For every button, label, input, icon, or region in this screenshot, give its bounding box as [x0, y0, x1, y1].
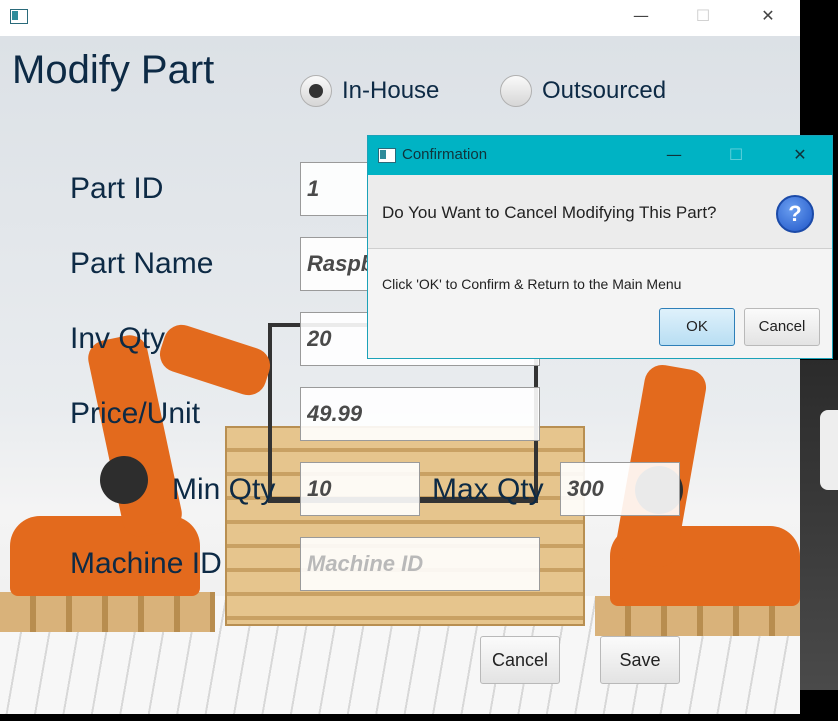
save-button[interactable]: Save: [600, 636, 680, 684]
dialog-message: Click 'OK' to Confirm & Return to the Ma…: [382, 276, 682, 292]
radio-outsourced-indicator[interactable]: [500, 75, 532, 107]
inv-qty-label: Inv Qty: [70, 322, 166, 355]
app-icon: [10, 9, 28, 24]
pallet-left: [0, 592, 215, 632]
close-button[interactable]: ✕: [745, 0, 791, 32]
confirmation-dialog: Confirmation — ☐ ✕ Do You Want to Cancel…: [367, 135, 833, 359]
part-name-label: Part Name: [70, 247, 214, 280]
robot-left-joint: [100, 456, 148, 504]
radio-outsourced[interactable]: Outsourced: [500, 75, 700, 109]
dialog-header-text: Do You Want to Cancel Modifying This Par…: [382, 203, 717, 222]
dialog-header: Do You Want to Cancel Modifying This Par…: [368, 175, 832, 249]
page-title: Modify Part: [12, 48, 215, 92]
dialog-minimize-button[interactable]: —: [654, 140, 694, 170]
min-qty-label: Min Qty: [172, 473, 276, 506]
radio-in-house-label: In-House: [342, 77, 440, 104]
machine-id-label: Machine ID: [70, 547, 222, 580]
dialog-title-bar: Confirmation — ☐ ✕: [368, 136, 832, 175]
help-icon: ?: [776, 195, 814, 233]
title-bar: — ☐ ✕: [0, 0, 800, 36]
dialog-title: Confirmation: [402, 146, 488, 163]
max-qty-label: Max Qty: [432, 473, 544, 506]
cancel-button[interactable]: Cancel: [480, 636, 560, 684]
dialog-maximize-button[interactable]: ☐: [716, 140, 756, 170]
radio-outsourced-label: Outsourced: [542, 77, 667, 104]
dialog-app-icon: [378, 148, 396, 163]
price-label: Price/Unit: [70, 397, 201, 430]
price-field[interactable]: [300, 387, 540, 441]
part-id-label: Part ID: [70, 172, 164, 205]
radio-in-house[interactable]: In-House: [300, 75, 490, 109]
robot-left-forearm: [155, 320, 275, 400]
machine-id-field[interactable]: [300, 537, 540, 591]
desktop-vase: [820, 410, 838, 490]
dialog-close-button[interactable]: ✕: [780, 140, 820, 170]
radio-in-house-indicator[interactable]: [300, 75, 332, 107]
dialog-ok-button[interactable]: OK: [659, 308, 735, 346]
maximize-button[interactable]: ☐: [680, 0, 726, 32]
min-qty-field[interactable]: [300, 462, 420, 516]
max-qty-field[interactable]: [560, 462, 680, 516]
minimize-button[interactable]: —: [618, 0, 664, 32]
dialog-cancel-button[interactable]: Cancel: [744, 308, 820, 346]
